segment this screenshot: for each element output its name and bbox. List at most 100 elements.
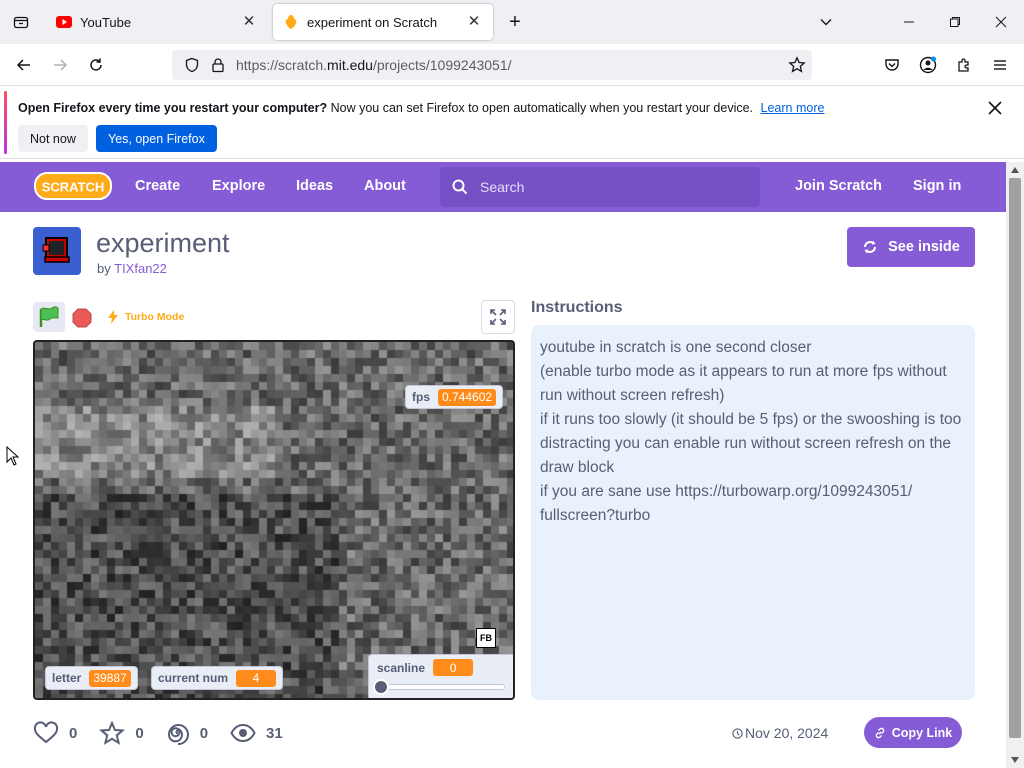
tab-title: YouTube (80, 14, 132, 30)
copy-link-label: Copy Link (891, 725, 953, 740)
fps-monitor-label: fps (412, 390, 430, 404)
turbo-mode-indicator: Turbo Mode (108, 310, 184, 324)
restore-icon[interactable] (942, 8, 968, 36)
tab-experiment-on-scratch[interactable]: experiment on Scratch ✕ (273, 4, 493, 40)
nav-explore[interactable]: Explore (212, 178, 265, 194)
url-bar[interactable]: https://scratch.mit.edu/projects/1099243… (172, 50, 812, 80)
extensions-icon[interactable] (950, 51, 978, 79)
scanline-slider-track[interactable] (373, 679, 505, 695)
notification-text: Open Firefox every time you restart your… (18, 101, 824, 115)
fps-monitor[interactable]: fps 0.744602 (405, 385, 504, 409)
learn-more-link[interactable]: Learn more (761, 101, 825, 115)
fullscreen-icon (490, 309, 506, 325)
search-input[interactable]: Search (440, 167, 760, 207)
see-inside-button[interactable]: See inside (847, 227, 975, 267)
not-now-button[interactable]: Not now (18, 125, 88, 152)
remix-spiral-icon (167, 724, 189, 745)
scroll-up-icon[interactable] (1010, 166, 1020, 174)
tracking-shield-icon[interactable] (184, 57, 200, 73)
scratch-navbar: SCRATCH Create Explore Ideas About Searc… (0, 162, 1006, 212)
current-num-monitor-value: 4 (236, 669, 277, 687)
scratch-cat-icon (285, 15, 297, 29)
url-prefix: https://scratch. (236, 57, 328, 73)
fps-monitor-value: 0.744602 (438, 388, 497, 406)
notification-bar: Open Firefox every time you restart your… (0, 87, 1024, 159)
account-icon[interactable] (914, 51, 942, 79)
tab-title: experiment on Scratch (307, 14, 438, 30)
notification-accent (4, 91, 7, 154)
notification-bold-text: Open Firefox every time you restart your… (18, 101, 328, 115)
minimize-icon[interactable] (896, 8, 922, 36)
sign-in-link[interactable]: Sign in (913, 178, 961, 194)
see-inside-label: See inside (888, 239, 960, 255)
views-stat: 31 (230, 723, 283, 743)
scanline-slider-monitor[interactable]: scanline 0 (368, 654, 513, 698)
views-count: 31 (266, 724, 283, 742)
instructions-heading: Instructions (531, 299, 623, 316)
scroll-down-icon[interactable] (1010, 756, 1020, 764)
fb-sprite: FB (476, 628, 496, 648)
nav-ideas[interactable]: Ideas (296, 178, 333, 194)
tab-youtube[interactable]: YouTube ✕ (46, 4, 268, 40)
yes-open-firefox-button[interactable]: Yes, open Firefox (96, 125, 217, 152)
browser-tab-bar: YouTube ✕ experiment on Scratch ✕ + (0, 0, 1024, 44)
forward-arrow-icon[interactable] (46, 51, 74, 79)
search-placeholder: Search (480, 179, 525, 195)
lock-icon[interactable] (210, 57, 226, 73)
remix-stat[interactable]: 0 (166, 721, 208, 745)
instructions-box[interactable]: youtube in scratch is one second closer … (531, 325, 975, 700)
fullscreen-button[interactable] (481, 300, 515, 334)
project-date: Nov 20, 2024 (732, 725, 828, 741)
page-scrollbar[interactable] (1006, 162, 1024, 768)
instructions-line: youtube in scratch is one second closer (540, 339, 812, 356)
new-tab-button[interactable]: + (504, 8, 526, 36)
scratch-logo[interactable]: SCRATCH (34, 171, 112, 201)
join-scratch-link[interactable]: Join Scratch (795, 178, 882, 194)
copy-link-button[interactable]: Copy Link (864, 717, 962, 748)
letter-monitor[interactable]: letter 39887 (45, 666, 138, 690)
project-thumbnail[interactable] (33, 227, 81, 275)
love-button[interactable]: 0 (33, 721, 77, 745)
link-icon (875, 727, 885, 738)
favorite-count: 0 (135, 724, 144, 742)
favorite-button[interactable]: 0 (99, 721, 144, 745)
youtube-icon (56, 16, 72, 28)
instructions-line: if you are sane use https://turbowarp.or… (540, 483, 913, 524)
nav-create[interactable]: Create (135, 178, 180, 194)
project-stage[interactable]: fps 0.744602 letter 39887 current num 4 … (33, 340, 515, 700)
chevron-down-icon[interactable] (814, 8, 838, 36)
mouse-cursor-icon (6, 445, 20, 471)
pocket-icon[interactable] (878, 51, 906, 79)
reload-icon[interactable] (82, 51, 110, 79)
bookmark-star-icon[interactable] (788, 56, 806, 74)
url-text: https://scratch.mit.edu/projects/1099243… (236, 57, 512, 73)
letter-monitor-value: 39887 (89, 669, 131, 687)
green-flag-button[interactable] (33, 302, 65, 332)
project-title: experiment (96, 228, 230, 258)
tab-list-icon[interactable] (8, 8, 34, 36)
close-tab-icon[interactable]: ✕ (465, 12, 483, 30)
lightning-icon (108, 310, 118, 324)
eye-icon (230, 723, 256, 743)
close-tab-icon[interactable]: ✕ (240, 12, 258, 30)
green-flag-icon (39, 306, 59, 327)
nav-about[interactable]: About (364, 178, 406, 194)
scratch-logo-text: SCRATCH (42, 180, 105, 195)
close-notification-icon[interactable] (988, 98, 1002, 121)
scanline-slider-handle[interactable] (373, 679, 389, 695)
scrollbar-thumb[interactable] (1009, 178, 1021, 738)
back-arrow-icon[interactable] (10, 51, 38, 79)
url-domain: mit.edu (327, 57, 373, 73)
author-link[interactable]: TIXfan22 (114, 261, 167, 276)
stop-button[interactable] (72, 308, 92, 328)
menu-icon[interactable] (986, 51, 1014, 79)
remix-count: 0 (199, 724, 209, 742)
byline-prefix: by (97, 261, 111, 276)
instructions-line: if it runs too slowly (it should be 5 fp… (540, 411, 962, 476)
current-num-monitor[interactable]: current num 4 (151, 666, 284, 690)
close-window-icon[interactable] (988, 8, 1014, 36)
current-num-monitor-label: current num (158, 671, 229, 685)
clock-icon (732, 728, 743, 739)
star-icon (99, 721, 126, 745)
search-icon (452, 179, 468, 195)
